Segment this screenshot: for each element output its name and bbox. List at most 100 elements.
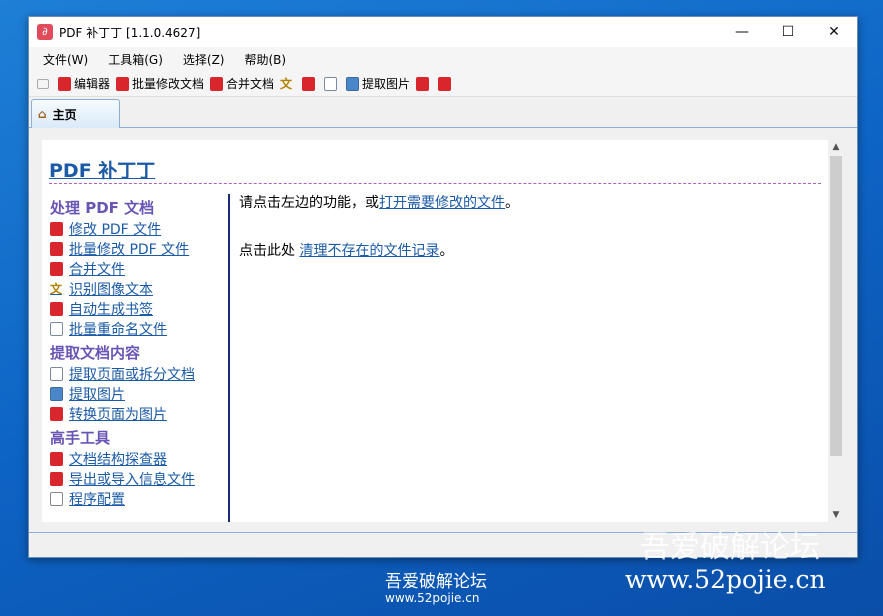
export-icon: [438, 76, 452, 91]
function-link[interactable]: 程序配置: [50, 489, 228, 509]
pdf-edit-icon: [58, 76, 71, 91]
divider: [49, 183, 821, 184]
function-link-label: 批量重命名文件: [69, 322, 167, 338]
extract-pages-button[interactable]: [324, 76, 340, 91]
tab-home[interactable]: ⌂ 主页: [31, 99, 120, 128]
function-link[interactable]: 提取图片: [50, 384, 228, 404]
function-link-label: 批量修改 PDF 文件: [69, 242, 190, 258]
minimize-button[interactable]: —: [719, 17, 765, 47]
bookmark-icon: [302, 76, 316, 91]
function-link[interactable]: 文识别图像文本: [50, 279, 228, 299]
function-link-label: 修改 PDF 文件: [69, 222, 162, 238]
function-link[interactable]: 文档结构探查器: [50, 449, 228, 469]
watermark-name: 吾爱破解论坛: [385, 572, 487, 592]
watermark-url: www.52pojie.cn: [625, 565, 826, 594]
pdf-batch-icon: [116, 76, 130, 91]
close-button[interactable]: ✕: [811, 17, 857, 47]
function-link-label: 转换页面为图片: [69, 407, 167, 423]
function-link[interactable]: 批量修改 PDF 文件: [50, 239, 228, 259]
pdf-to-image-icon: [416, 76, 430, 91]
scroll-up-icon[interactable]: ▲: [828, 142, 844, 152]
function-link-label: 提取页面或拆分文档: [69, 367, 195, 383]
maximize-button[interactable]: ☐: [765, 17, 811, 47]
clean-records-link[interactable]: 清理不存在的文件记录: [299, 243, 439, 259]
pdf-icon: [50, 452, 63, 466]
merge-label: 合并文档: [226, 77, 275, 91]
batch-modify-label: 批量修改文档: [132, 77, 205, 91]
intro-text: 请点击左边的功能，或: [239, 195, 379, 211]
function-link[interactable]: 提取页面或拆分文档: [50, 364, 228, 384]
punct: 。: [505, 195, 519, 211]
pdf-merge-icon: [210, 76, 224, 91]
extract-images-label: 提取图片: [362, 77, 411, 91]
function-link-label: 提取图片: [69, 387, 125, 403]
home-icon: ⌂: [38, 107, 47, 121]
checkbox-icon: [37, 78, 49, 89]
main-content: 请点击左边的功能，或打开需要修改的文件。 点击此处 清理不存在的文件记录。: [239, 192, 519, 260]
doc-icon: [50, 322, 63, 336]
function-link[interactable]: 批量重命名文件: [50, 319, 228, 339]
editor-button[interactable]: 编辑器: [58, 75, 110, 92]
export-info-button[interactable]: [438, 76, 454, 91]
pdf-icon: [50, 222, 63, 236]
tab-strip: ⌂ 主页: [29, 97, 857, 128]
image-icon: [346, 76, 360, 91]
merge-button[interactable]: 合并文档: [210, 75, 274, 92]
menu-file[interactable]: 文件(W): [33, 51, 98, 68]
convert-to-image-button[interactable]: [416, 76, 432, 91]
window-title: PDF 补丁丁 [1.1.0.4627]: [59, 25, 201, 40]
scroll-thumb[interactable]: [830, 156, 842, 456]
punct: 。: [439, 243, 454, 259]
function-link[interactable]: 修改 PDF 文件: [50, 219, 228, 239]
pdf-icon: [50, 407, 63, 421]
page-title[interactable]: PDF 补丁丁: [49, 156, 155, 183]
ocr-button[interactable]: 文: [280, 77, 296, 91]
open-file-link[interactable]: 打开需要修改的文件: [379, 195, 505, 211]
menu-bar: 文件(W) 工具箱(G) 选择(Z) 帮助(B): [29, 47, 857, 71]
watermark-overlay: 吾爱破解论坛: [640, 530, 820, 565]
function-link[interactable]: 转换页面为图片: [50, 404, 228, 424]
select-toggle-button[interactable]: [37, 78, 52, 89]
section-heading: 高手工具: [50, 429, 111, 447]
function-link-label: 导出或导入信息文件: [69, 472, 195, 488]
extract-pages-icon: [324, 76, 338, 91]
function-link[interactable]: 合并文件: [50, 259, 228, 279]
home-panel: PDF 补丁丁 处理 PDF 文档修改 PDF 文件批量修改 PDF 文件 合并文…: [29, 127, 857, 533]
scroll-down-icon[interactable]: ▼: [828, 510, 844, 520]
txt-icon: 文: [50, 282, 63, 296]
app-window: ∂ PDF 补丁丁 [1.1.0.4627] — ☐ ✕ 文件(W) 工具箱(G…: [28, 16, 858, 558]
tab-home-label: 主页: [52, 107, 77, 122]
home-page: PDF 补丁丁 处理 PDF 文档修改 PDF 文件批量修改 PDF 文件 合并文…: [42, 140, 828, 522]
menu-toolbox[interactable]: 工具箱(G): [98, 51, 173, 68]
title-bar: ∂ PDF 补丁丁 [1.1.0.4627] — ☐ ✕: [29, 17, 857, 47]
watermark-url-small: www.52pojie.cn: [385, 591, 480, 605]
section-heading: 处理 PDF 文档: [50, 199, 155, 217]
pdf-icon: [50, 472, 63, 486]
extract-images-button[interactable]: 提取图片: [346, 75, 410, 92]
pdf-icon: [50, 242, 63, 256]
function-link[interactable]: 自动生成书签: [50, 299, 228, 319]
section-heading: 提取文档内容: [50, 344, 141, 362]
bookmark-button[interactable]: [302, 76, 318, 91]
menu-select[interactable]: 选择(Z): [173, 51, 235, 68]
function-link-label: 合并文件: [69, 262, 125, 278]
function-link-label: 自动生成书签: [69, 302, 153, 318]
menu-help[interactable]: 帮助(B): [235, 51, 297, 68]
toolbar: 编辑器 批量修改文档 合并文档 文 提取图片: [29, 71, 857, 97]
doc-icon: [50, 367, 63, 381]
function-link-label: 程序配置: [69, 492, 125, 508]
function-link-label: 识别图像文本: [69, 282, 153, 298]
ocr-icon: 文: [280, 76, 293, 91]
pdf-icon: [50, 302, 63, 316]
img-icon: [50, 387, 63, 401]
editor-label: 编辑器: [74, 77, 111, 91]
pdf-icon: [50, 262, 63, 276]
batch-modify-button[interactable]: 批量修改文档: [116, 75, 204, 92]
vertical-scrollbar[interactable]: ▲ ▼: [828, 140, 844, 522]
function-link[interactable]: 导出或导入信息文件: [50, 469, 228, 489]
clean-text: 点击此处: [239, 243, 300, 259]
function-link-label: 文档结构探查器: [69, 452, 167, 468]
function-list: 处理 PDF 文档修改 PDF 文件批量修改 PDF 文件 合并文件文识别图像文本…: [50, 194, 230, 522]
cfg-icon: [50, 492, 63, 506]
app-icon: ∂: [37, 24, 53, 40]
